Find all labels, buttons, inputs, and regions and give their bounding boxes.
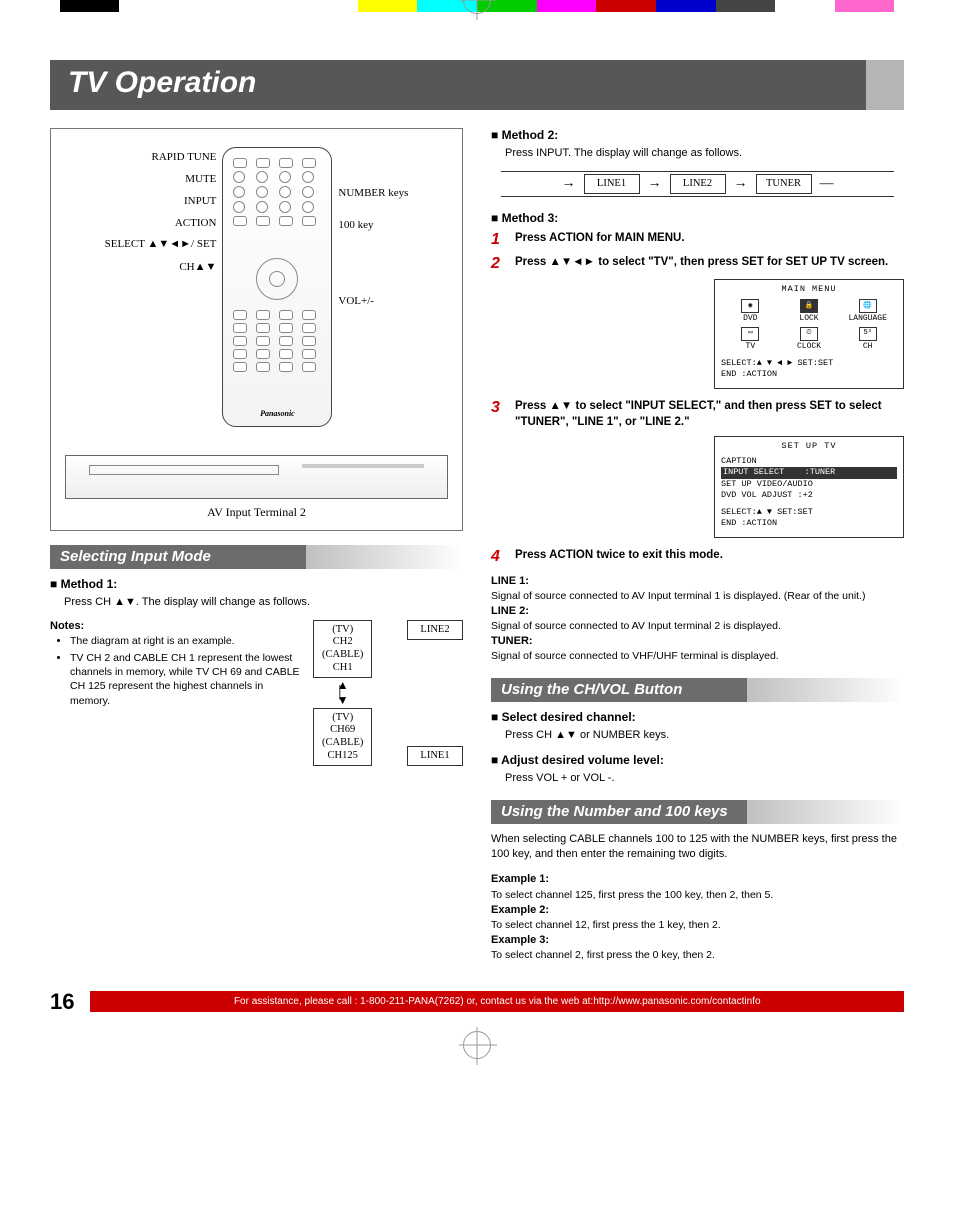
method1-title: Method 1:: [50, 577, 463, 591]
step-1: 1 Press ACTION for MAIN MENU.: [491, 231, 904, 249]
method2-flow: → LINE1 → LINE2 → TUNER —: [501, 171, 894, 198]
figure-caption: AV Input Terminal 2: [65, 505, 448, 520]
manual-page: TV Operation RAPID TUNE MUTE INPUT ACTIO…: [0, 0, 954, 1045]
page-number: 16: [50, 989, 74, 1015]
page-title: TV Operation: [50, 60, 904, 110]
method2-body: Press INPUT. The display will change as …: [505, 146, 904, 161]
assistance-bar: For assistance, please call : 1-800-211-…: [90, 991, 904, 1012]
page-footer: 16 For assistance, please call : 1-800-2…: [50, 989, 904, 1015]
remote-figure: RAPID TUNE MUTE INPUT ACTION SELECT ▲▼◄►…: [50, 128, 463, 531]
section-number-keys: Using the Number and 100 keys: [491, 800, 904, 824]
number-keys-examples: Example 1:To select channel 125, first p…: [491, 872, 904, 962]
registration-mark-icon: [463, 1031, 491, 1059]
notes-heading: Notes:: [50, 620, 303, 632]
select-channel-heading: Select desired channel:: [491, 710, 904, 724]
front-panel-illustration: [65, 455, 448, 499]
step-3: 3 Press ▲▼ to select "INPUT SELECT," and…: [491, 399, 904, 430]
osd-main-menu: MAIN MENU ◉DVD 🔒LOCK 🌐LANGUAGE ▭TV ⏲CLOC…: [714, 279, 904, 389]
step-2: 2 Press ▲▼◄► to select "TV", then press …: [491, 255, 904, 273]
select-channel-body: Press CH ▲▼ or NUMBER keys.: [505, 728, 904, 743]
brand-logo: Panasonic: [223, 409, 331, 418]
method2-title: Method 2:: [491, 128, 904, 142]
remote-labels-right: NUMBER keys 100 key VOL+/-: [338, 187, 408, 307]
list-item: TV CH 2 and CABLE CH 1 represent the low…: [70, 651, 303, 708]
line-definitions: LINE 1: Signal of source connected to AV…: [491, 574, 904, 664]
number-keys-intro: When selecting CABLE channels 100 to 125…: [491, 832, 904, 863]
remote-labels-left: RAPID TUNE MUTE INPUT ACTION SELECT ▲▼◄►…: [105, 151, 217, 273]
remote-illustration: Panasonic: [222, 147, 332, 427]
method3-title: Method 3:: [491, 211, 904, 225]
osd-setup-tv: SET UP TV CAPTION INPUT SELECT :TUNER SE…: [714, 436, 904, 537]
list-item: The diagram at right is an example.: [70, 634, 303, 648]
step-4: 4 Press ACTION twice to exit this mode.: [491, 548, 904, 566]
adjust-volume-body: Press VOL + or VOL -.: [505, 771, 904, 786]
notes-list: The diagram at right is an example. TV C…: [54, 634, 303, 708]
adjust-volume-heading: Adjust desired volume level:: [491, 753, 904, 767]
registration-mark-icon: [463, 0, 491, 14]
right-column: Method 2: Press INPUT. The display will …: [491, 128, 904, 963]
channel-flow-diagram: (TV) CH2 (CABLE) CH1 ▲│▼ (TV) CH69 (CABL…: [313, 620, 463, 766]
left-column: RAPID TUNE MUTE INPUT ACTION SELECT ▲▼◄►…: [50, 128, 463, 963]
method1-body: Press CH ▲▼. The display will change as …: [64, 595, 463, 610]
section-ch-vol: Using the CH/VOL Button: [491, 678, 904, 702]
section-selecting-input: Selecting Input Mode: [50, 545, 463, 569]
